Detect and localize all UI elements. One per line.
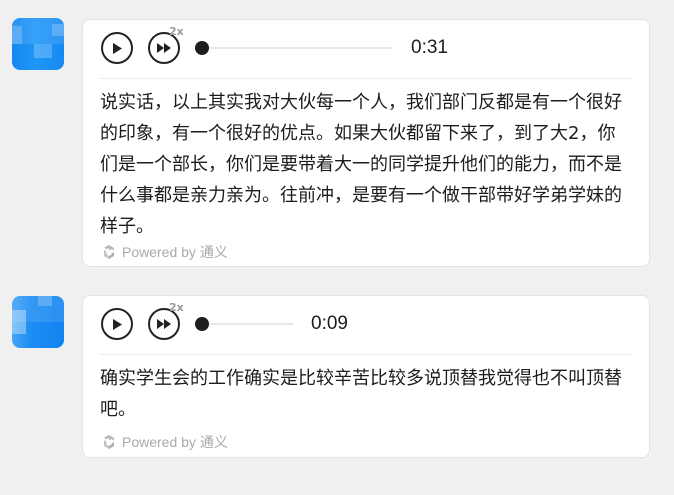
play-icon: [113, 318, 122, 330]
play-button[interactable]: [101, 32, 133, 64]
playback-speed-label[interactable]: 2x: [169, 25, 184, 38]
progress-track[interactable]: [197, 47, 393, 49]
fast-forward-icon: [157, 43, 171, 53]
powered-by-footer: Powered by 通义: [101, 432, 228, 452]
fast-forward-icon: [157, 319, 171, 329]
progress-knob[interactable]: [195, 317, 209, 331]
play-icon: [113, 42, 122, 54]
play-button[interactable]: [101, 308, 133, 340]
powered-by-text: Powered by 通义: [122, 244, 228, 260]
user-avatar: [12, 18, 64, 70]
progress-track[interactable]: [197, 323, 293, 325]
powered-by-footer: Powered by 通义: [101, 242, 228, 262]
tongyi-logo-icon: [104, 435, 114, 449]
divider: [99, 78, 633, 79]
audio-player: 2x 0:31: [83, 20, 649, 78]
powered-by-text: Powered by 通义: [122, 434, 228, 450]
voice-message-card: 2x 0:09 确实学生会的工作确实是比较辛苦比较多说顶替我觉得也不叫顶替吧。 …: [82, 295, 650, 458]
audio-duration: 0:31: [411, 37, 448, 58]
divider: [99, 354, 633, 355]
transcript-text: 确实学生会的工作确实是比较辛苦比较多说顶替我觉得也不叫顶替吧。: [100, 368, 622, 420]
transcript-text: 说实话，以上其实我对大伙每一个人，我们部门反都是有一个很好的印象，有一个很好的优…: [100, 92, 622, 237]
audio-duration: 0:09: [311, 313, 348, 334]
user-avatar: [12, 296, 64, 348]
voice-message-card: 2x 0:31 说实话，以上其实我对大伙每一个人，我们部门反都是有一个很好的印象…: [82, 19, 650, 267]
audio-player: 2x 0:09: [83, 296, 649, 354]
progress-knob[interactable]: [195, 41, 209, 55]
playback-speed-label[interactable]: 2x: [169, 301, 184, 314]
tongyi-logo-icon: [104, 245, 114, 259]
